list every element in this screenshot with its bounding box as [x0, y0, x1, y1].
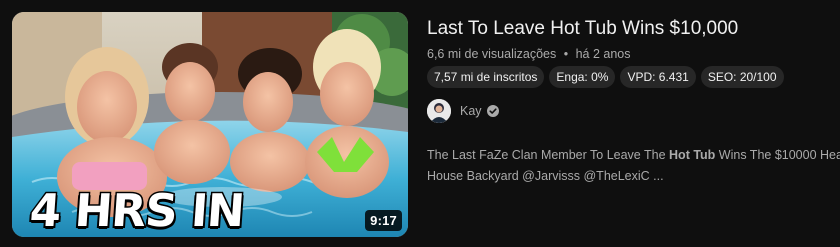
thumbnail-caption: 4 HRS IN — [27, 183, 247, 238]
video-info: Last To Leave Hot Tub Wins $10,000 6,6 m… — [427, 16, 840, 187]
view-count: 6,6 mi de visualizações — [427, 47, 557, 61]
channel-name[interactable]: Kay — [460, 104, 482, 118]
stats-chips: 7,57 mi de inscritos Enga: 0% VPD: 6.431… — [427, 66, 840, 88]
channel-avatar[interactable] — [427, 99, 451, 123]
description-keyword: Hot Tub — [669, 148, 716, 162]
verified-check-icon — [486, 105, 499, 117]
chip-seo: SEO: 20/100 — [700, 66, 784, 88]
description-line-1: The Last FaZe Clan Member To Leave The H… — [427, 148, 840, 162]
video-title[interactable]: Last To Leave Hot Tub Wins $10,000 — [427, 16, 840, 42]
chip-vpd: VPD: 6.431 — [620, 66, 696, 88]
chip-engagement: Enga: 0% — [549, 66, 616, 88]
meta-separator: • — [563, 47, 569, 61]
channel-row[interactable]: Kay — [427, 99, 840, 123]
video-thumbnail[interactable]: 4 HRS IN 9:17 — [12, 12, 408, 237]
video-metadata: 6,6 mi de visualizações • há 2 anos — [427, 45, 840, 63]
video-description: The Last FaZe Clan Member To Leave The H… — [427, 145, 840, 187]
chip-subscribers: 7,57 mi de inscritos — [427, 66, 545, 88]
upload-age: há 2 anos — [575, 47, 631, 61]
description-line-2: House Backyard @Jarvisss @TheLexiC ... — [427, 169, 664, 183]
duration-badge: 9:17 — [365, 210, 402, 231]
